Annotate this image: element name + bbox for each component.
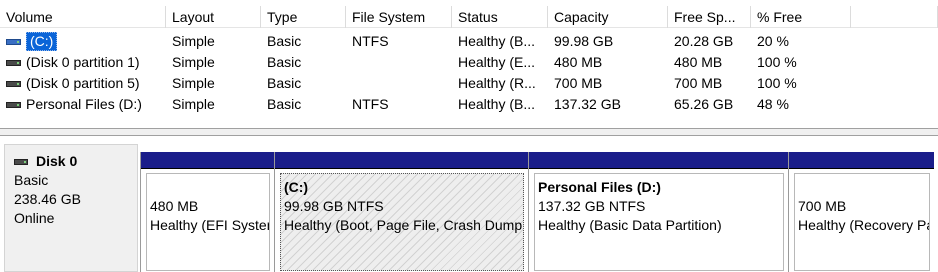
column-header-empty	[851, 6, 938, 28]
partition-c[interactable]: (C:) 99.98 GB NTFS Healthy (Boot, Page F…	[274, 152, 528, 272]
volume-layout: Simple	[172, 75, 215, 91]
partition-efi-body[interactable]: 480 MB Healthy (EFI System Partition)	[146, 173, 270, 271]
column-header-percent-free[interactable]: % Free	[751, 6, 851, 28]
volume-percent-free: 100 %	[757, 75, 797, 91]
volume-row-partition-5[interactable]: (Disk 0 partition 5) Simple Basic Health…	[0, 73, 938, 94]
partition-header-bar	[141, 152, 274, 169]
volume-row-c[interactable]: (C:) Simple Basic NTFS Healthy (B... 99.…	[0, 31, 938, 52]
partition-title: Personal Files (D:)	[538, 179, 661, 195]
partition-recovery[interactable]: 700 MB Healthy (Recovery Partition)	[788, 152, 934, 272]
volume-layout: Simple	[172, 96, 215, 112]
partition-status: Healthy (Boot, Page File, Crash Dump, Pr…	[284, 217, 524, 233]
partition-title	[798, 178, 929, 197]
column-header-free-space[interactable]: Free Sp...	[668, 6, 751, 28]
volume-name: (Disk 0 partition 1)	[26, 54, 140, 70]
partition-status: Healthy (Basic Data Partition)	[538, 217, 722, 233]
pane-splitter[interactable]	[0, 128, 938, 136]
column-header-volume[interactable]: Volume	[0, 6, 166, 28]
column-header-capacity[interactable]: Capacity	[548, 6, 668, 28]
partition-size: 480 MB	[150, 198, 199, 214]
volume-free-space: 480 MB	[674, 54, 723, 70]
volume-status: Healthy (B...	[458, 96, 536, 112]
column-header-file-system[interactable]: File System	[346, 6, 452, 28]
partition-status: Healthy (Recovery Partition)	[798, 217, 929, 233]
volume-status: Healthy (R...	[458, 75, 536, 91]
volume-capacity: 137.32 GB	[554, 96, 621, 112]
volume-name: Personal Files (D:)	[26, 96, 142, 112]
partition-d[interactable]: Personal Files (D:) 137.32 GB NTFS Healt…	[528, 152, 788, 272]
volume-icon	[6, 101, 21, 108]
disk-state: Online	[14, 210, 55, 226]
volume-capacity: 99.98 GB	[554, 33, 614, 49]
volume-type: Basic	[267, 54, 302, 70]
partition-recovery-body[interactable]: 700 MB Healthy (Recovery Partition)	[794, 173, 930, 271]
volume-list[interactable]: Volume Layout Type File System Status Ca…	[0, 0, 938, 128]
volume-percent-free: 48 %	[757, 96, 789, 112]
partition-size: 137.32 GB NTFS	[538, 198, 646, 214]
volume-row-personal-files[interactable]: Personal Files (D:) Simple Basic NTFS He…	[0, 94, 938, 115]
partition-header-bar	[275, 152, 528, 169]
volume-row-partition-1[interactable]: (Disk 0 partition 1) Simple Basic Health…	[0, 52, 938, 73]
partition-size: 99.98 GB NTFS	[284, 198, 384, 214]
volume-free-space: 700 MB	[674, 75, 723, 91]
volume-file-system	[346, 73, 452, 94]
partition-d-body[interactable]: Personal Files (D:) 137.32 GB NTFS Healt…	[534, 173, 784, 271]
partition-c-body[interactable]: (C:) 99.98 GB NTFS Healthy (Boot, Page F…	[280, 173, 524, 271]
volume-type: Basic	[267, 75, 302, 91]
volume-file-system: NTFS	[352, 33, 389, 49]
partition-header-bar	[789, 152, 934, 169]
volume-capacity: 700 MB	[554, 75, 603, 91]
volume-status: Healthy (E...	[458, 54, 536, 70]
volume-file-system: NTFS	[352, 96, 389, 112]
disk-name: Disk 0	[36, 153, 78, 169]
volume-layout: Simple	[172, 54, 215, 70]
disk-0-info[interactable]: Disk 0 Basic 238.46 GB Online	[4, 144, 138, 272]
disk-type: Basic	[14, 172, 49, 188]
volume-type: Basic	[267, 33, 302, 49]
volume-capacity: 480 MB	[554, 54, 603, 70]
volume-free-space: 20.28 GB	[674, 33, 734, 49]
partition-status: Healthy (EFI System Partition)	[150, 217, 269, 233]
volume-free-space: 65.26 GB	[674, 96, 734, 112]
system-volume-icon	[6, 38, 21, 45]
volume-status: Healthy (B...	[458, 33, 536, 49]
volume-percent-free: 20 %	[757, 33, 789, 49]
volume-icon	[6, 80, 21, 87]
partition-efi[interactable]: 480 MB Healthy (EFI System Partition)	[140, 152, 274, 272]
volume-type: Basic	[267, 96, 302, 112]
column-header-layout[interactable]: Layout	[166, 6, 261, 28]
volume-icon	[6, 59, 21, 66]
volume-percent-free: 100 %	[757, 54, 797, 70]
disk-map: Disk 0 Basic 238.46 GB Online 480 MB Hea…	[0, 136, 938, 272]
volume-name: (Disk 0 partition 5)	[26, 75, 140, 91]
column-header-row: Volume Layout Type File System Status Ca…	[0, 6, 938, 28]
partition-title	[150, 178, 269, 197]
volume-layout: Simple	[172, 33, 215, 49]
disk-size: 238.46 GB	[14, 191, 81, 207]
volume-name: (C:)	[26, 32, 58, 51]
column-header-type[interactable]: Type	[261, 6, 346, 28]
disk-icon	[14, 158, 28, 165]
volume-file-system	[346, 52, 452, 73]
partition-size: 700 MB	[798, 198, 847, 214]
partition-title: (C:)	[284, 179, 309, 195]
partition-header-bar	[529, 152, 788, 169]
column-header-status[interactable]: Status	[452, 6, 548, 28]
